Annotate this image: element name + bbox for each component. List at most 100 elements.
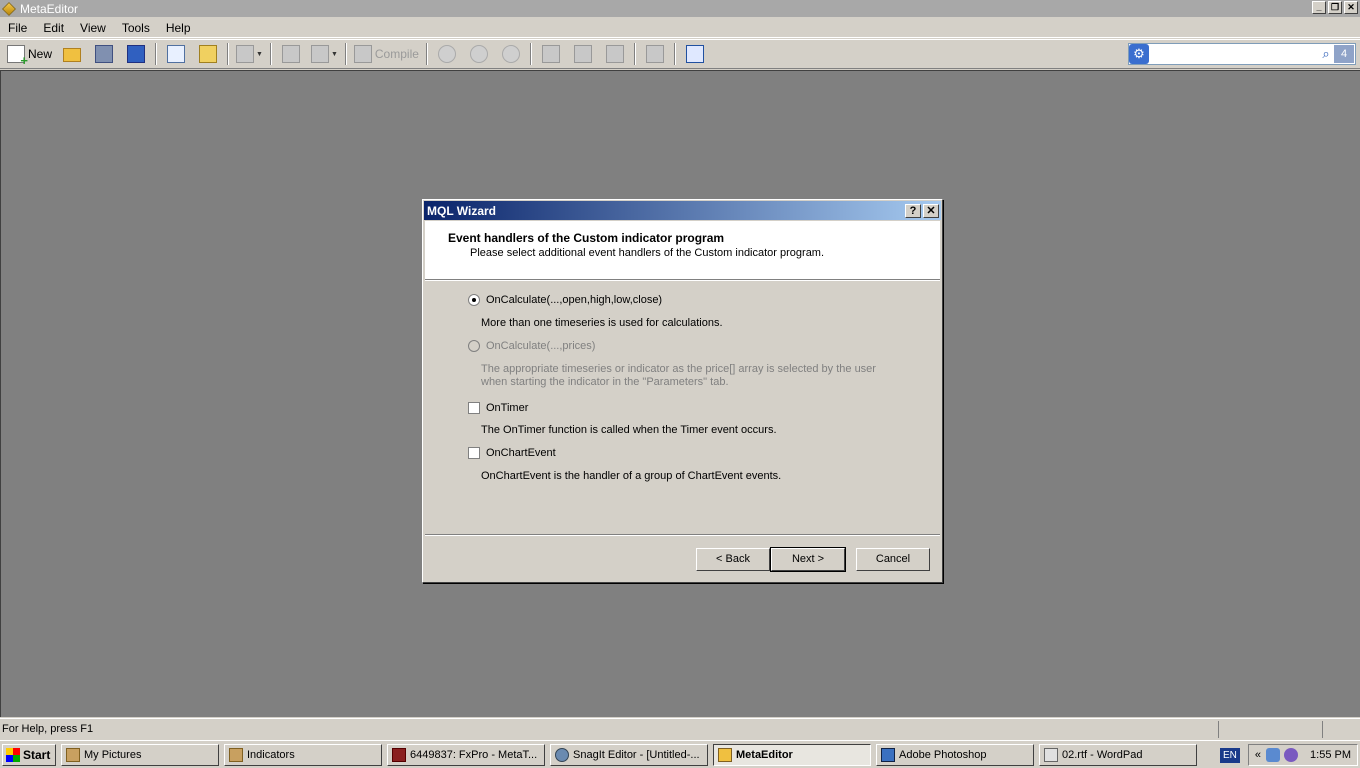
save-all-button[interactable] <box>124 42 148 66</box>
compile-button[interactable]: Compile <box>353 42 419 66</box>
new-file-icon <box>7 45 28 68</box>
dialog-close-button[interactable]: ✕ <box>923 203 939 218</box>
compile-button-label: Compile <box>374 47 419 61</box>
folder-icon <box>66 747 80 762</box>
windows-logo-icon <box>6 747 20 762</box>
option-description: More than one timeseries is used for cal… <box>481 317 723 329</box>
task-label: Indicators <box>247 748 295 761</box>
option-oncalculate-prices[interactable]: OnCalculate(...,prices) <box>468 340 595 352</box>
metatrader-icon <box>392 747 406 762</box>
language-indicator[interactable]: EN <box>1220 747 1240 763</box>
help-button[interactable]: ? <box>905 203 921 218</box>
dialog-header: Event handlers of the Custom indicator p… <box>425 221 940 280</box>
taskbar-item-fxpro[interactable]: 6449837: FxPro - MetaT... <box>387 743 545 766</box>
toolbar-separator <box>344 43 347 65</box>
option-ontimer[interactable]: OnTimer <box>468 402 528 414</box>
styler-icon <box>236 45 255 63</box>
system-tray: EN « 1:55 PM <box>1220 744 1358 766</box>
taskbar-item-metaeditor[interactable]: MetaEditor <box>713 743 871 766</box>
taskbar-item-photoshop[interactable]: Adobe Photoshop <box>876 743 1034 766</box>
toolbox-button[interactable] <box>196 42 220 66</box>
step-over-button[interactable] <box>571 42 595 66</box>
start-label: Start <box>23 747 51 762</box>
option-oncalculate-ohlc[interactable]: OnCalculate(...,open,high,low,close) <box>468 294 662 306</box>
cancel-button[interactable]: Cancel <box>856 548 930 571</box>
menu-bar: File Edit View Tools Help <box>0 18 1360 38</box>
variable-icon <box>281 45 300 63</box>
toolbar-separator <box>269 43 272 65</box>
step-into-icon <box>541 45 560 63</box>
network-icon[interactable] <box>1266 748 1281 762</box>
next-button[interactable]: Next > <box>770 547 846 572</box>
terminal-chart-icon <box>685 45 704 63</box>
viber-icon[interactable] <box>1284 748 1299 762</box>
taskbar-item-my-pictures[interactable]: My Pictures <box>61 743 219 766</box>
navigator-button[interactable] <box>164 42 188 66</box>
option-label: OnCalculate(...,prices) <box>486 340 596 352</box>
minimize-button[interactable]: _ <box>1312 1 1326 14</box>
option-onchartevent[interactable]: OnChartEvent <box>468 447 556 459</box>
menu-view[interactable]: View <box>72 18 114 38</box>
menu-tools[interactable]: Tools <box>114 18 158 38</box>
taskbar: Start My Pictures Indicators 6449837: Fx… <box>0 740 1360 768</box>
start-debug-button[interactable] <box>435 42 459 66</box>
step-out-button[interactable] <box>603 42 627 66</box>
dialog-title: MQL Wizard <box>427 203 497 218</box>
search-icon[interactable]: ⌕ <box>1318 46 1334 62</box>
terminal-button[interactable] <box>683 42 707 66</box>
toolbar-separator <box>227 43 230 65</box>
option-label: OnChartEvent <box>486 447 556 459</box>
menu-edit[interactable]: Edit <box>35 18 72 38</box>
stop-debug-button[interactable] <box>499 42 523 66</box>
step-into-button[interactable] <box>539 42 563 66</box>
save-all-icon <box>127 45 146 63</box>
footer-divider <box>425 534 940 536</box>
clock: 1:55 PM <box>1310 749 1351 761</box>
open-button[interactable] <box>60 42 84 66</box>
search-input[interactable] <box>1151 45 1318 63</box>
menu-file[interactable]: File <box>0 18 35 38</box>
taskbar-item-snagit[interactable]: SnagIt Editor - [Untitled-... <box>550 743 708 766</box>
metaeditor-app-icon <box>2 1 16 16</box>
insert-function-button[interactable]: ▼ <box>310 42 338 66</box>
step-over-icon <box>573 45 592 63</box>
radio-oncalculate-ohlc[interactable] <box>468 294 480 306</box>
snagit-icon <box>555 747 569 762</box>
task-label: 6449837: FxPro - MetaT... <box>410 748 538 761</box>
back-button[interactable]: < Back <box>696 548 770 571</box>
menu-help[interactable]: Help <box>158 18 199 38</box>
close-window-button[interactable]: ✕ <box>1344 1 1358 14</box>
task-label: MetaEditor <box>736 748 793 761</box>
toolbox-icon <box>199 45 218 63</box>
toolbar-separator <box>529 43 532 65</box>
gear-icon[interactable]: ⚙ <box>1129 44 1149 64</box>
styler-button[interactable]: ▼ <box>236 42 263 66</box>
notification-area: « 1:55 PM <box>1247 744 1358 766</box>
taskbar-item-wordpad[interactable]: 02.rtf - WordPad <box>1039 743 1197 766</box>
option-description: The appropriate timeseries or indicator … <box>481 363 876 388</box>
new-button[interactable]: New <box>7 42 52 68</box>
checkbox-onchartevent[interactable] <box>468 447 480 459</box>
pause-debug-button[interactable] <box>467 42 491 66</box>
restore-button[interactable]: ❐ <box>1328 1 1342 14</box>
taskbar-item-indicators[interactable]: Indicators <box>224 743 382 766</box>
insert-variable-button[interactable] <box>279 42 303 66</box>
stop-icon <box>501 45 520 63</box>
play-icon <box>437 45 456 63</box>
checkbox-ontimer[interactable] <box>468 402 480 414</box>
dialog-subheading: Please select additional event handlers … <box>470 247 825 259</box>
window-title: MetaEditor <box>20 1 79 16</box>
radio-oncalculate-prices[interactable] <box>468 340 480 352</box>
step-out-icon <box>605 45 624 63</box>
task-label: My Pictures <box>84 748 142 761</box>
toolbar-separator <box>425 43 428 65</box>
photoshop-icon <box>881 747 895 762</box>
option-description: The OnTimer function is called when the … <box>481 424 777 436</box>
search-badge[interactable]: 4 <box>1334 45 1354 63</box>
tray-chevron[interactable]: « <box>1255 749 1261 761</box>
search-box: ⚙ ⌕ 4 <box>1128 43 1356 65</box>
save-button[interactable] <box>92 42 116 66</box>
run-to-cursor-button[interactable] <box>643 42 667 66</box>
function-icon <box>310 45 329 63</box>
start-button[interactable]: Start <box>2 743 56 766</box>
